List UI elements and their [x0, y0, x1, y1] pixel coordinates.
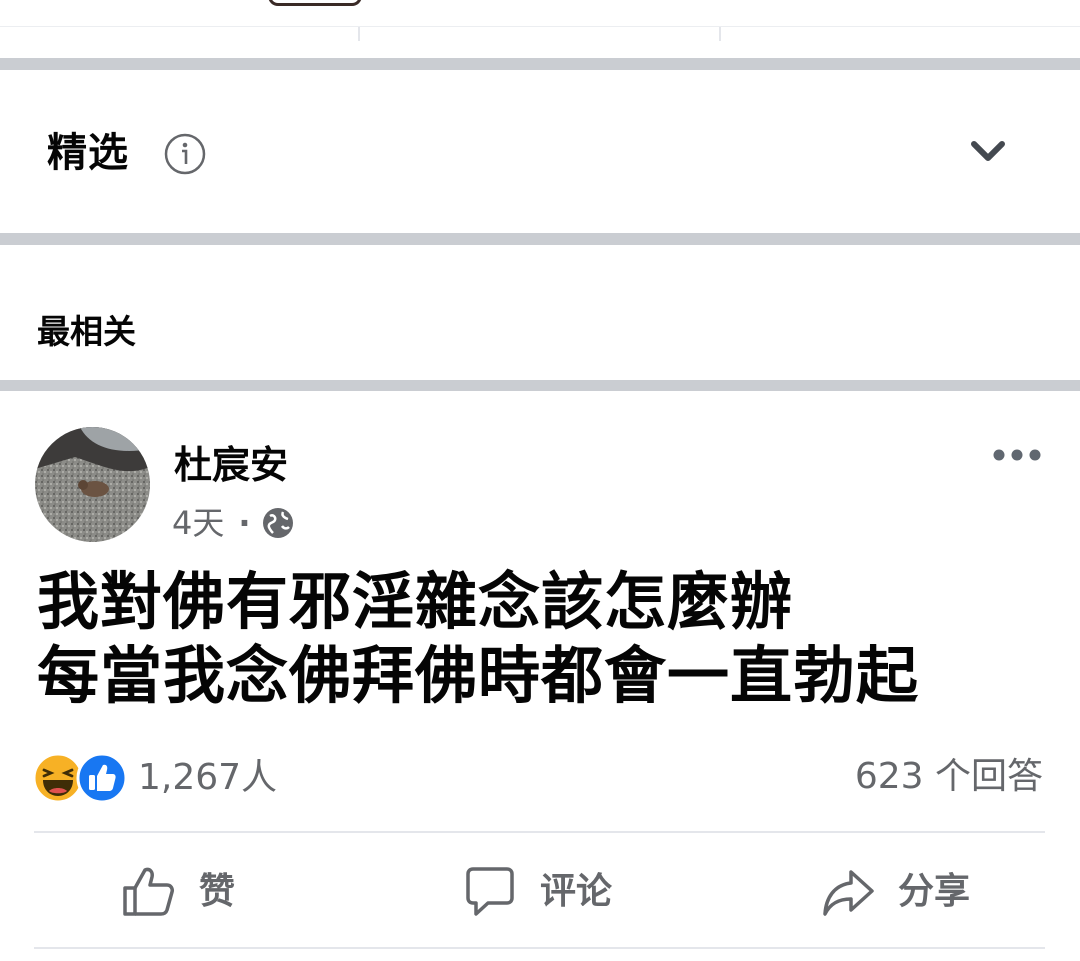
tab-indicator [268, 0, 362, 6]
share-label: 分享 [898, 871, 971, 912]
reactions-summary[interactable]: 1,267人 [32, 752, 277, 804]
avatar[interactable] [35, 427, 150, 542]
section-separator [0, 233, 1080, 245]
featured-section[interactable] [0, 70, 1080, 233]
like-label: 赞 [199, 871, 236, 912]
share-button[interactable]: 分享 [820, 862, 970, 922]
reaction-count: 1,267人 [138, 757, 278, 798]
section-separator [0, 380, 1080, 391]
sort-label[interactable]: 最相关 [37, 310, 136, 354]
answer-count[interactable]: 623 个回答 [855, 752, 1043, 802]
post-time[interactable]: 4天 [172, 502, 224, 544]
featured-title: 精选 [47, 130, 129, 176]
tab-divider [719, 27, 721, 41]
tab-divider [358, 27, 360, 41]
top-divider-line [0, 26, 1080, 27]
post-meta: 4天 · [172, 502, 295, 544]
info-icon[interactable] [164, 133, 206, 175]
comment-icon [466, 867, 514, 916]
like-button[interactable]: 赞 [121, 862, 235, 922]
post-line-2: 每當我念佛拜佛時都會一直勃起 [37, 639, 920, 712]
chevron-down-icon[interactable] [968, 138, 1008, 166]
post-body: 我對佛有邪淫雜念該怎麼辦 每當我念佛拜佛時都會一直勃起 [37, 565, 919, 713]
share-arrow-icon [823, 870, 874, 916]
top-tab-strip [0, 0, 1080, 58]
comment-label: 评论 [540, 871, 613, 912]
thumbs-up-icon [123, 867, 174, 916]
post-line-1: 我對佛有邪淫雜念該怎麼辦 [37, 565, 794, 638]
comment-button[interactable]: 评论 [462, 862, 612, 922]
bottom-divider [34, 947, 1045, 949]
more-options-icon[interactable] [991, 445, 1043, 465]
like-reaction-icon [76, 752, 128, 804]
section-separator [0, 58, 1080, 70]
action-divider [34, 831, 1045, 833]
author-name[interactable]: 杜宸安 [174, 440, 288, 490]
meta-dot: · [238, 504, 251, 542]
globe-icon [262, 508, 293, 538]
